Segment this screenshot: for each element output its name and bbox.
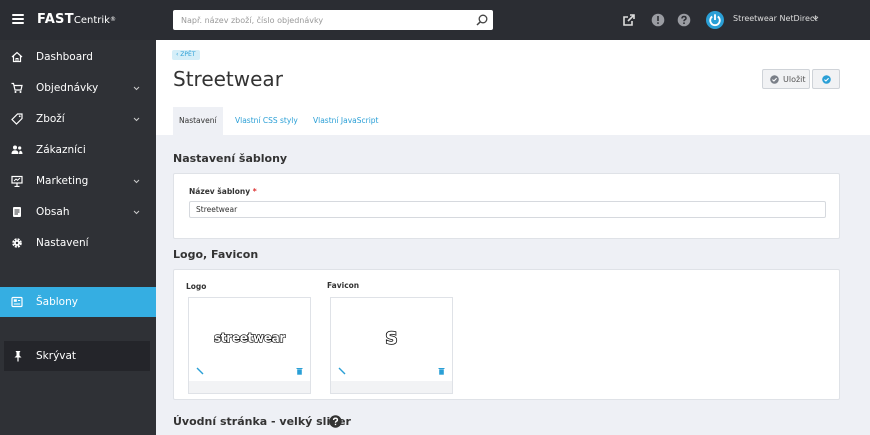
section-title-template-settings: Nastavení šablony — [173, 152, 288, 165]
sidebar-item-zbozi[interactable]: Zboží — [0, 104, 156, 134]
sidebar-pin-toggle[interactable]: Skrývat — [4, 341, 150, 371]
hamburger-icon[interactable] — [12, 14, 24, 24]
logo-image: streetwear — [213, 330, 286, 345]
logo-label: Logo — [186, 282, 207, 291]
power-icon — [709, 14, 721, 27]
chevron-down-icon — [133, 210, 140, 215]
sidebar-item-dashboard[interactable]: Dashboard — [0, 42, 156, 72]
image-box-footer — [189, 381, 310, 393]
tag-icon — [11, 113, 23, 125]
sidebar-item-zakaznici[interactable]: Zákazníci — [0, 135, 156, 165]
search-input[interactable] — [173, 10, 469, 30]
save-and-close-button[interactable] — [812, 69, 840, 89]
chevron-down-icon — [133, 117, 140, 122]
gear-icon — [12, 238, 22, 248]
trash-icon[interactable] — [296, 367, 303, 375]
tab-vlastni-javascript[interactable]: Vlastní JavaScript — [313, 107, 378, 135]
template-name-input[interactable] — [189, 201, 826, 218]
favicon-image: S — [385, 328, 399, 350]
chevron-down-icon[interactable] — [812, 16, 819, 21]
external-link-icon[interactable] — [622, 13, 636, 27]
top-bar: FASTCentrik® Streetwear NetDirect — [0, 0, 870, 40]
template-settings-card: Název šablony * — [173, 173, 840, 239]
section-title-logo-favicon: Logo, Favicon — [173, 248, 259, 261]
check-circle-icon — [822, 75, 831, 84]
logo-favicon-card: Logo streetwear Favicon S — [173, 269, 840, 400]
document-icon — [13, 207, 21, 217]
help-icon[interactable] — [677, 13, 691, 27]
pencil-icon[interactable] — [338, 367, 346, 375]
tab-vlastni-css[interactable]: Vlastní CSS styly — [235, 107, 298, 135]
search-icon[interactable] — [476, 14, 488, 26]
users-icon — [11, 145, 23, 154]
pencil-icon[interactable] — [196, 367, 204, 375]
back-button[interactable]: ‹ ZPĚT — [172, 50, 200, 60]
presentation-icon — [11, 175, 23, 187]
save-button[interactable]: Uložit — [762, 69, 810, 89]
tab-nastaveni[interactable]: Nastavení — [173, 107, 223, 135]
info-icon[interactable] — [651, 13, 665, 27]
sidebar: Dashboard Objednávky Zboží Zákazníci Mar… — [0, 40, 156, 435]
pin-icon — [14, 351, 22, 362]
template-icon — [11, 296, 23, 308]
section-title-slider: Úvodní stránka - velký slider — [173, 415, 351, 428]
chevron-down-icon — [133, 179, 140, 184]
favicon-label: Favicon — [327, 281, 360, 290]
logo-image-box[interactable]: streetwear — [188, 297, 311, 394]
sidebar-item-marketing[interactable]: Marketing — [0, 166, 156, 196]
chevron-down-icon — [133, 86, 140, 91]
cart-icon — [11, 82, 23, 93]
template-name-label: Název šablony * — [189, 187, 257, 196]
sidebar-item-sablony[interactable]: Šablony — [0, 287, 156, 317]
check-circle-icon — [770, 75, 779, 84]
trash-icon[interactable] — [438, 367, 445, 375]
home-icon — [11, 51, 23, 63]
sidebar-item-objednavky[interactable]: Objednávky — [0, 73, 156, 103]
search-box — [173, 10, 493, 30]
page-title: Streetwear — [173, 67, 283, 91]
user-avatar[interactable] — [706, 11, 724, 29]
app-logo[interactable]: FASTCentrik® — [37, 12, 116, 29]
image-box-footer — [331, 381, 452, 393]
page-header: ‹ ZPĚT Streetwear Uložit Nastavení Vlast… — [156, 40, 870, 135]
help-icon[interactable] — [329, 415, 342, 428]
sidebar-item-obsah[interactable]: Obsah — [0, 197, 156, 227]
favicon-image-box[interactable]: S — [330, 297, 453, 394]
sidebar-item-nastaveni[interactable]: Nastavení — [0, 228, 156, 258]
user-name[interactable]: Streetwear NetDirect — [733, 14, 818, 23]
